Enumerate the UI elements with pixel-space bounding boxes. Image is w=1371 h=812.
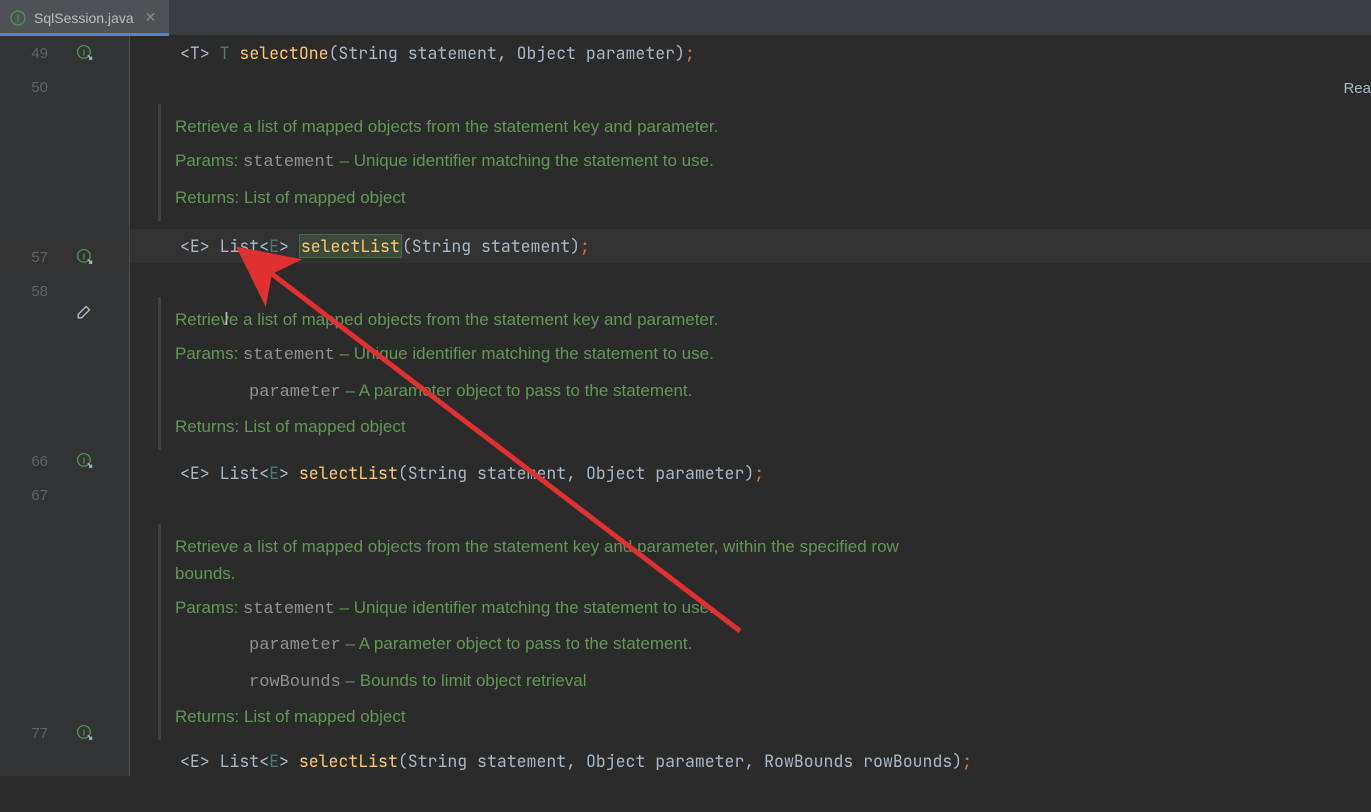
line-number: 58 [18,283,48,300]
javadoc-param: parameter – A parameter object to pass t… [161,627,1371,663]
line-number: 67 [18,487,48,504]
code-line: <E> List<E> selectList(String statement)… [130,235,590,257]
svg-text:I: I [17,13,20,23]
javadoc-block: Retrieve a list of mapped objects from t… [158,104,1371,221]
line-number: 77 [18,725,48,742]
javadoc-returns: Returns: List of mapped object [161,700,1371,734]
editor: 49 I 50 57 I 58 66 I 67 [0,36,1371,776]
tab-bar: I SqlSession.java ✕ [0,0,1371,36]
javadoc-returns: Returns: List of mapped object [161,410,1371,444]
javadoc-param: rowBounds – Bounds to limit object retri… [161,664,1371,700]
readonly-label: Rea [1343,80,1371,97]
javadoc-desc: Retrieve a list of mapped objects from t… [161,110,1371,144]
code-line: <T> T selectOne(String statement, Object… [130,42,695,64]
close-icon[interactable]: ✕ [142,9,160,26]
line-number: 50 [18,79,48,96]
code-area[interactable]: Rea <T> T selectOne(String statement, Ob… [130,36,1371,776]
line-number: 66 [18,453,48,470]
code-line: <E> List<E> selectList(String statement,… [130,750,972,772]
javadoc-block: Retrieve a list of mapped objects from t… [158,297,1371,450]
javadoc-param: parameter – A parameter object to pass t… [161,374,1371,410]
implement-icon[interactable]: I [76,724,94,742]
line-number: 57 [18,249,48,266]
implement-icon[interactable]: I [76,44,94,62]
file-tab[interactable]: I SqlSession.java ✕ [0,0,169,35]
implement-icon[interactable]: I [76,248,94,266]
implement-icon[interactable]: I [76,452,94,470]
javadoc-block: Retrieve a list of mapped objects from t… [158,524,1371,740]
javadoc-returns: Returns: List of mapped object [161,181,1371,215]
svg-text:I: I [83,455,85,465]
svg-text:I: I [83,47,85,57]
svg-text:I: I [83,251,85,261]
javadoc-params: Params: statement – Unique identifier ma… [161,144,1371,180]
svg-text:I: I [83,727,85,737]
javadoc-params: Params: statement – Unique identifier ma… [161,337,1371,373]
javadoc-params: Params: statement – Unique identifier ma… [161,591,1371,627]
line-number: 49 [18,45,48,62]
code-line: <E> List<E> selectList(String statement,… [130,462,764,484]
tab-label: SqlSession.java [34,10,134,26]
javadoc-desc: Retrieve a list of mapped objects from t… [161,530,901,591]
javadoc-desc: Retrieve a list of mapped objects from t… [161,303,1371,337]
gutter: 49 I 50 57 I 58 66 I 67 [0,36,130,776]
interface-icon: I [10,10,26,26]
